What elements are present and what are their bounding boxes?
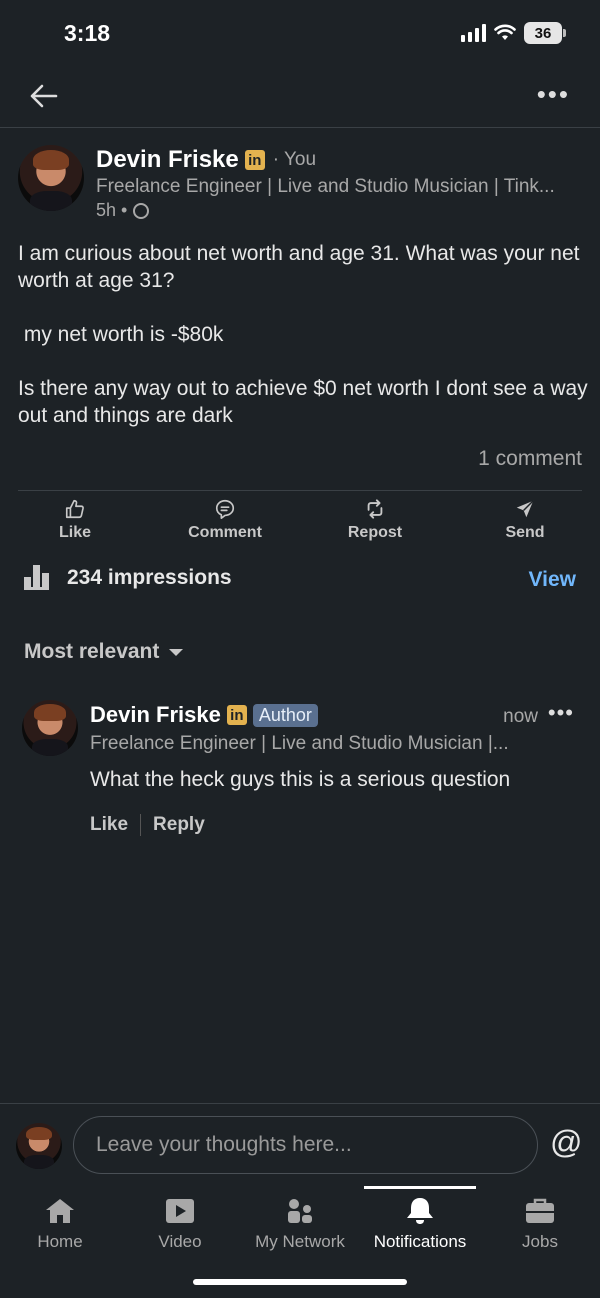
comment-author-name[interactable]: Devin Friske bbox=[90, 702, 221, 728]
comment-reply-button[interactable]: Reply bbox=[153, 814, 205, 836]
briefcase-icon bbox=[526, 1198, 554, 1223]
tab-my-network[interactable]: My Network bbox=[240, 1186, 360, 1252]
video-icon bbox=[166, 1199, 194, 1223]
comment-author-headline: Freelance Engineer | Live and Studio Mus… bbox=[90, 733, 509, 754]
comment-text: What the heck guys this is a serious que… bbox=[90, 768, 511, 791]
tab-label: Video bbox=[158, 1232, 202, 1251]
tab-label: My Network bbox=[255, 1232, 345, 1251]
analytics-icon bbox=[24, 565, 49, 590]
comment-input[interactable] bbox=[96, 1133, 537, 1157]
comment-like-button[interactable]: Like bbox=[90, 814, 128, 836]
tab-label: Notifications bbox=[373, 1232, 467, 1251]
tab-label: Home bbox=[37, 1232, 83, 1251]
comment-input-container[interactable] bbox=[73, 1116, 538, 1174]
tab-label: Jobs bbox=[522, 1232, 558, 1251]
back-arrow-icon[interactable] bbox=[26, 78, 62, 114]
comment-time: now bbox=[503, 706, 538, 727]
caret-down-icon bbox=[169, 648, 184, 656]
comment-label: Comment bbox=[188, 524, 262, 541]
home-indicator[interactable] bbox=[193, 1279, 407, 1285]
send-icon bbox=[516, 500, 534, 518]
tab-video[interactable]: Video bbox=[120, 1186, 240, 1252]
connection-degree: · You bbox=[272, 149, 317, 170]
send-button[interactable]: Send bbox=[450, 498, 600, 542]
bell-icon bbox=[407, 1198, 433, 1224]
bottom-tab-bar: Home Video My Network Notifications Jobs bbox=[0, 1186, 600, 1252]
comment-avatar[interactable] bbox=[22, 700, 78, 756]
sort-dropdown[interactable]: Most relevant bbox=[24, 640, 184, 664]
comment-actions: Like Reply bbox=[90, 814, 205, 836]
repost-icon bbox=[367, 499, 383, 519]
comment-more-icon[interactable]: ••• bbox=[548, 700, 574, 726]
tab-home[interactable]: Home bbox=[0, 1186, 120, 1252]
comment-icon bbox=[215, 499, 235, 519]
like-icon bbox=[65, 499, 84, 519]
like-button[interactable]: Like bbox=[0, 498, 150, 542]
post-meta: 5h • bbox=[96, 200, 150, 221]
post-paragraph: my net worth is -$80k bbox=[18, 323, 224, 346]
avatar[interactable] bbox=[18, 145, 84, 211]
status-icons: 36 bbox=[461, 22, 566, 44]
separator bbox=[140, 814, 142, 836]
post-body: I am curious about net worth and age 31.… bbox=[18, 240, 588, 456]
comment-count[interactable]: 1 comment bbox=[478, 447, 582, 471]
signal-icon bbox=[461, 24, 486, 42]
mention-button[interactable]: @ bbox=[550, 1124, 582, 1161]
comment-button[interactable]: Comment bbox=[150, 498, 300, 542]
post-age: 5h • bbox=[96, 200, 128, 220]
battery-icon: 36 bbox=[524, 22, 566, 44]
post-action-bar: Like Comment Repost Send bbox=[0, 498, 600, 542]
author-badge: Author bbox=[252, 703, 318, 727]
composer-avatar bbox=[16, 1123, 62, 1169]
globe-icon bbox=[133, 202, 150, 219]
divider bbox=[18, 490, 582, 491]
linkedin-premium-icon: in bbox=[226, 705, 247, 725]
home-icon bbox=[46, 1199, 74, 1223]
post-author-name[interactable]: Devin Friske bbox=[96, 146, 239, 174]
tab-jobs[interactable]: Jobs bbox=[480, 1186, 600, 1252]
view-analytics-link[interactable]: View bbox=[529, 568, 576, 592]
linkedin-premium-icon: in bbox=[244, 150, 265, 170]
impressions-count: 234 impressions bbox=[67, 566, 232, 589]
post-paragraph: Is there any way out to achieve $0 net w… bbox=[18, 377, 588, 427]
post-paragraph: I am curious about net worth and age 31.… bbox=[18, 242, 580, 292]
post-author[interactable]: Devin Friske in · You bbox=[96, 146, 316, 174]
repost-label: Repost bbox=[347, 524, 403, 541]
repost-button[interactable]: Repost bbox=[300, 498, 450, 542]
comment-author[interactable]: Devin Friske in Author bbox=[90, 702, 318, 728]
divider bbox=[0, 127, 600, 128]
divider bbox=[0, 1103, 600, 1104]
status-time: 3:18 bbox=[64, 20, 111, 46]
more-options-icon[interactable]: ••• bbox=[537, 81, 570, 107]
tab-notifications[interactable]: Notifications bbox=[360, 1186, 480, 1252]
wifi-icon bbox=[494, 24, 516, 40]
like-label: Like bbox=[58, 524, 91, 541]
post-author-headline: Freelance Engineer | Live and Studio Mus… bbox=[96, 176, 555, 197]
impressions-row[interactable]: 234 impressions bbox=[24, 565, 232, 590]
network-icon bbox=[288, 1199, 312, 1223]
sort-label: Most relevant bbox=[24, 640, 160, 663]
send-label: Send bbox=[505, 524, 545, 541]
